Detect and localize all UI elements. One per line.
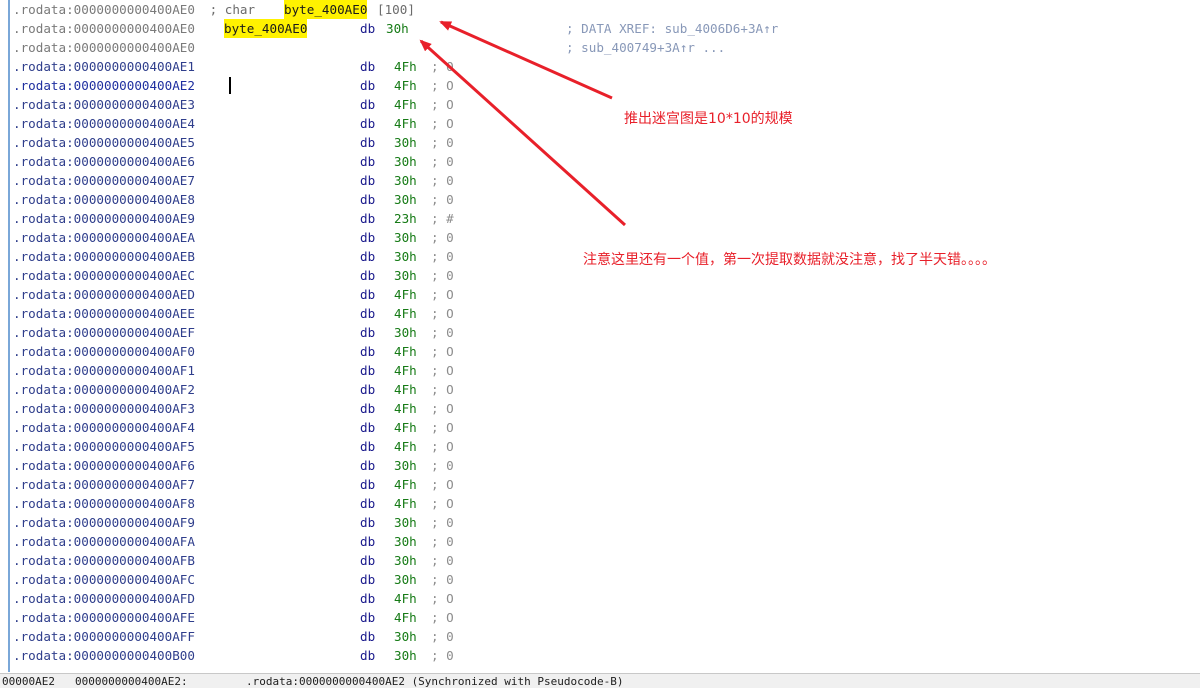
status-file-offset: 00000AE2 bbox=[2, 675, 55, 688]
arrow-to-array-size bbox=[439, 20, 613, 100]
status-address: 0000000000400AE2: bbox=[75, 675, 188, 688]
annotation-arrows bbox=[419, 20, 627, 227]
arrow-to-first-value bbox=[419, 39, 627, 227]
annotation-maze-size: 推出迷宫图是10*10的规模 bbox=[624, 111, 793, 127]
status-location: .rodata:0000000000400AE2 (Synchronized w… bbox=[246, 675, 624, 688]
ida-view: .rodata:0000000000400AE0 ; char byte_400… bbox=[0, 0, 1200, 688]
annotation-extra-value: 注意这里还有一个值，第一次提取数据就没注意，找了半天错。。。。 bbox=[583, 252, 996, 268]
status-bar: 00000AE2 0000000000400AE2: .rodata:00000… bbox=[0, 673, 1200, 688]
